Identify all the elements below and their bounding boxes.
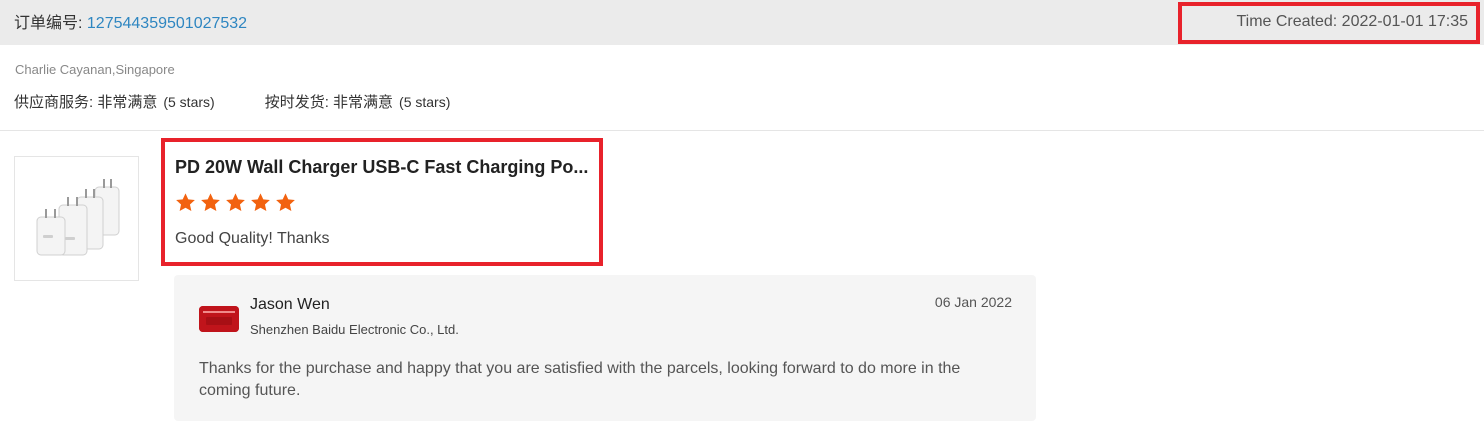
time-created-highlight: Time Created: 2022-01-01 17:35 [1178, 2, 1480, 44]
seller-reply: Jason Wen Shenzhen Baidu Electronic Co.,… [174, 275, 1036, 421]
star-icon [201, 193, 220, 211]
reply-date: 06 Jan 2022 [934, 294, 1012, 310]
order-number-label: 订单编号: [14, 15, 87, 32]
star-icon [176, 193, 195, 211]
seller-logo [199, 306, 239, 332]
order-header: 订单编号: 127544359501027532 Time Created: 2… [0, 0, 1484, 45]
product-thumbnail[interactable] [14, 156, 139, 281]
star-icon [276, 193, 295, 211]
star-icon [251, 193, 270, 211]
star-icon [226, 193, 245, 211]
order-number-link[interactable]: 127544359501027532 [87, 15, 247, 32]
divider [0, 130, 1484, 131]
seller-ratings: 供应商服务: 非常满意 (5 stars) 按时发货: 非常满意 (5 stars) [14, 91, 500, 112]
review-text: Good Quality! Thanks [175, 230, 330, 247]
rating-on-time-shipping: 按时发货: 非常满意 (5 stars) [265, 91, 451, 112]
product-star-rating [175, 192, 300, 213]
time-created: Time Created: 2022-01-01 17:35 [1236, 13, 1468, 30]
buyer-info: Charlie Cayanan,Singapore [15, 62, 175, 77]
rating-label: 按时发货: 非常满意 [264, 94, 394, 111]
seller-logo-icon [199, 306, 239, 332]
reply-text: Thanks for the purchase and happy that y… [199, 360, 961, 399]
product-review-highlight: PD 20W Wall Charger USB-C Fast Charging … [161, 138, 603, 266]
order-number-row: 订单编号: 127544359501027532 [14, 9, 247, 33]
rating-stars-text: (5 stars) [163, 94, 215, 110]
rating-supplier-service: 供应商服务: 非常满意 (5 stars) [14, 91, 215, 112]
charger-product-icon [36, 179, 120, 256]
rating-stars-text: (5 stars) [399, 94, 451, 110]
rating-label: 供应商服务: 非常满意 [14, 94, 158, 111]
product-title[interactable]: PD 20W Wall Charger USB-C Fast Charging … [175, 157, 593, 178]
seller-company: Shenzhen Baidu Electronic Co., Ltd. [250, 322, 459, 337]
seller-name: Jason Wen [250, 296, 330, 313]
